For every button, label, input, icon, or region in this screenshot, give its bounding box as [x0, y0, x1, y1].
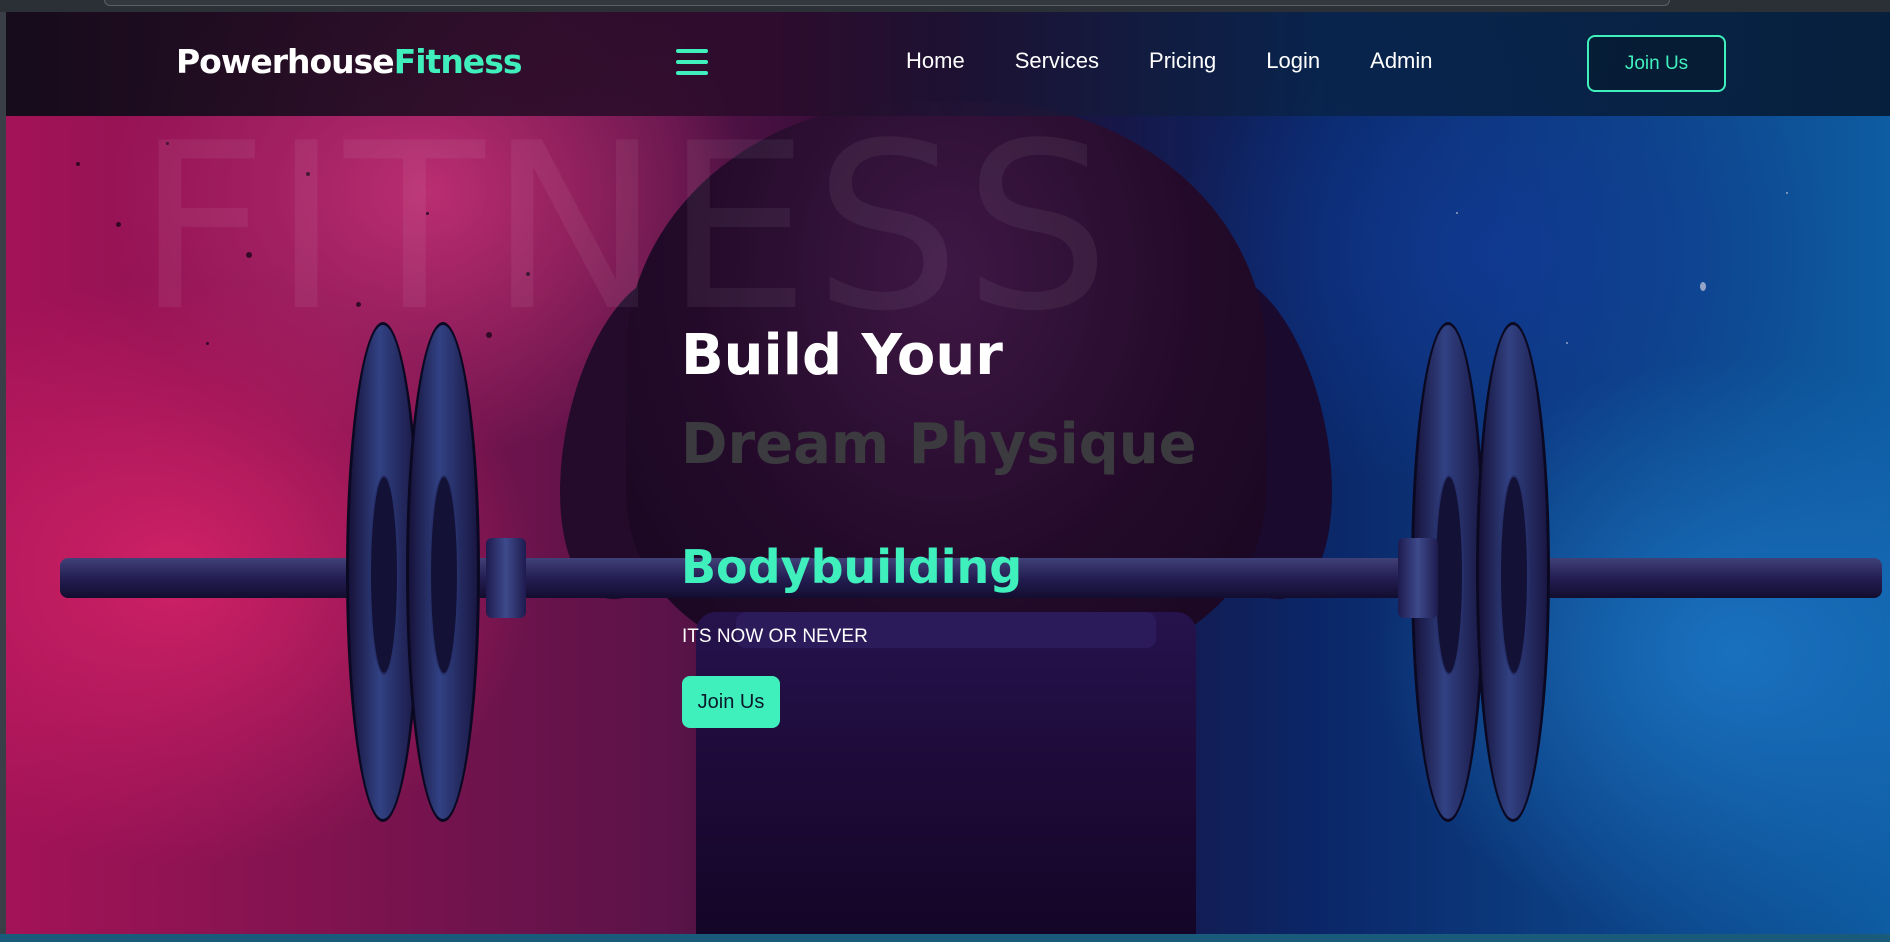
brand-name-part1: Powerhouse: [176, 42, 395, 81]
nav-link-admin[interactable]: Admin: [1370, 46, 1432, 77]
hamburger-line: [676, 49, 708, 53]
hero-tagline: ITS NOW OR NEVER: [682, 626, 868, 647]
browser-chrome: [0, 0, 1890, 12]
join-us-nav-button[interactable]: Join Us: [1587, 35, 1726, 92]
nav-link-pricing[interactable]: Pricing: [1149, 46, 1216, 77]
top-navbar: PowerhouseFitness Home Services Pricing …: [6, 12, 1890, 116]
brand-name-part2: Fitness: [393, 42, 523, 81]
hamburger-line: [676, 71, 708, 75]
hero-title-line1: Build Your: [681, 323, 1003, 388]
hamburger-menu-icon[interactable]: [676, 49, 708, 75]
nav-link-home[interactable]: Home: [906, 46, 965, 77]
nav-link-login[interactable]: Login: [1266, 46, 1320, 77]
hero-subtitle: Bodybuilding: [681, 540, 1023, 594]
hamburger-line: [676, 60, 708, 64]
brand-logo[interactable]: PowerhouseFitness: [176, 42, 523, 82]
hero-watermark-text: FITNESS: [136, 95, 1114, 362]
nav-links: Home Services Pricing Login Admin: [906, 46, 1483, 77]
hero-title-line2: Dream Physique: [681, 412, 1197, 477]
page-viewport: FITNESS PowerhouseFitness Home Services …: [6, 12, 1890, 934]
nav-link-services[interactable]: Services: [1015, 46, 1099, 77]
browser-address-bar-edge: [104, 0, 1670, 6]
join-us-hero-button[interactable]: Join Us: [682, 676, 780, 728]
window-bottom-edge: [0, 934, 1890, 942]
